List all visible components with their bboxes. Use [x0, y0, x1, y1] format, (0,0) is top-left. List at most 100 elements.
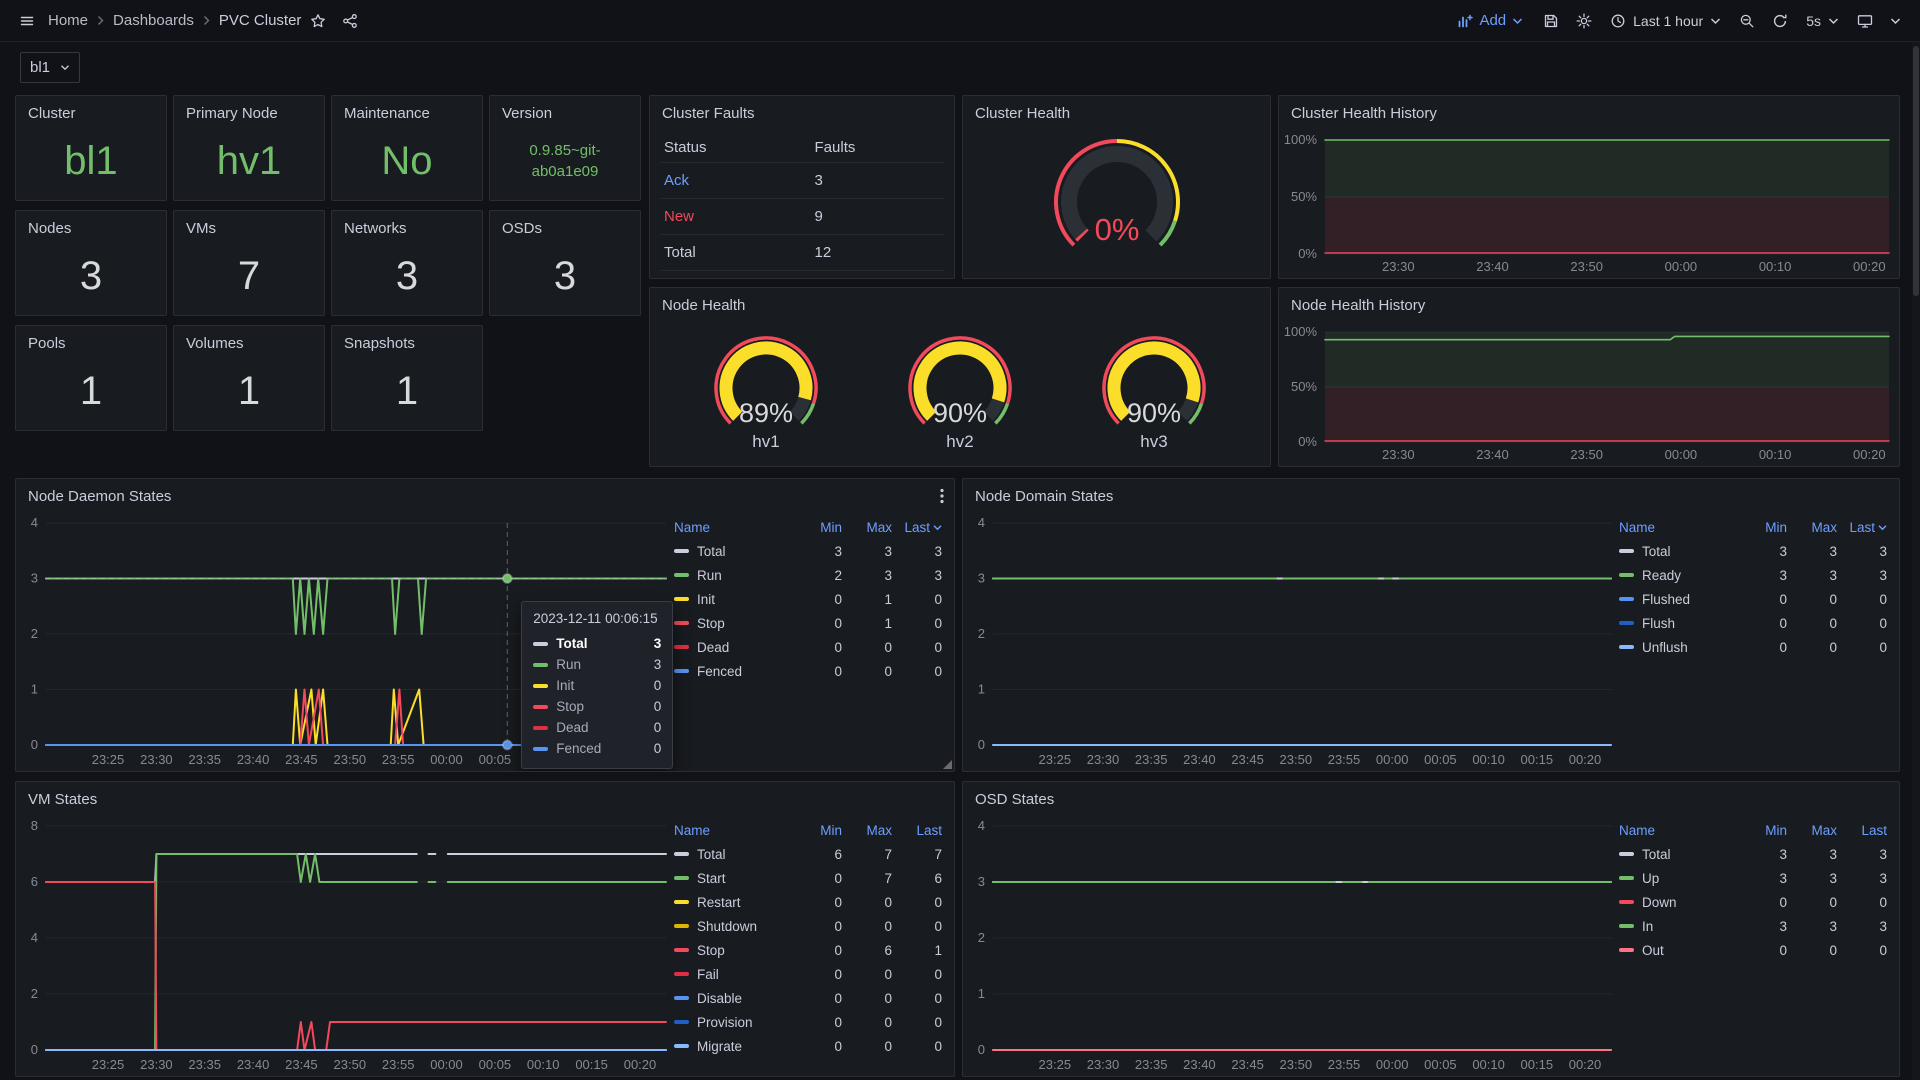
legend-series-label[interactable]: Fenced	[674, 664, 792, 679]
legend-series-label[interactable]: Out	[1619, 943, 1737, 958]
panel-title[interactable]: OSD States	[975, 791, 1054, 808]
legend-series-label[interactable]: Start	[674, 871, 792, 886]
legend-series-label[interactable]: Flush	[1619, 616, 1737, 631]
legend-col-min[interactable]: Min	[1737, 823, 1787, 838]
legend-series-label[interactable]: Unflush	[1619, 640, 1737, 655]
legend-series-label[interactable]: Init	[674, 592, 792, 607]
panel-title[interactable]: Cluster Health	[975, 105, 1070, 122]
save-dashboard-button[interactable]	[1536, 6, 1566, 36]
svg-text:1: 1	[978, 682, 985, 697]
legend-series-label[interactable]: Provision	[674, 1015, 792, 1030]
refresh-button[interactable]	[1765, 6, 1795, 36]
refresh-interval-picker[interactable]: 5s	[1798, 7, 1847, 35]
node-daemon-states-chart[interactable]: 0123423:2523:3023:3523:4023:4523:5023:55…	[16, 513, 674, 771]
legend-col-min[interactable]: Min	[792, 520, 842, 535]
legend-series-label[interactable]: Disable	[674, 991, 792, 1006]
osd-states-chart[interactable]: 0123423:2523:3023:3523:4023:4523:5023:55…	[963, 816, 1619, 1076]
legend-series-label[interactable]: Flushed	[1619, 592, 1737, 607]
legend-col-max[interactable]: Max	[1787, 823, 1837, 838]
legend-col-last[interactable]: Last	[1837, 823, 1887, 838]
share-button[interactable]	[335, 6, 365, 36]
variable-selector[interactable]: bl1	[20, 52, 80, 83]
fault-status[interactable]: Total	[660, 244, 811, 261]
cluster-health-history-plot[interactable]: 0%50%100%23:3023:4023:5000:0000:1000:20	[1279, 130, 1899, 278]
panel-title[interactable]: Snapshots	[344, 335, 415, 352]
panel-title[interactable]: OSDs	[502, 220, 542, 237]
panel-title[interactable]: VMs	[186, 220, 216, 237]
node-domain-states-plot[interactable]: 0123423:2523:3023:3523:4023:4523:5023:55…	[963, 513, 1619, 771]
panel-title[interactable]: Node Health	[662, 297, 745, 314]
legend-series-label[interactable]: In	[1619, 919, 1737, 934]
collapse-button[interactable]	[1883, 10, 1908, 32]
add-button[interactable]: Add	[1447, 6, 1533, 35]
node-health-history-chart[interactable]: 0%50%100%23:3023:4023:5000:0000:1000:20	[1279, 322, 1899, 466]
legend-series-label[interactable]: Total	[1619, 544, 1737, 559]
legend-series-label[interactable]: Run	[674, 568, 792, 583]
breadcrumb-home-link[interactable]: Home	[48, 12, 88, 29]
legend-col-last[interactable]: Last	[1837, 520, 1887, 535]
panel-title[interactable]: Node Daemon States	[28, 488, 171, 505]
legend-series-label[interactable]: Dead	[674, 640, 792, 655]
panel-resize-handle[interactable]	[943, 760, 952, 769]
node-domain-states-chart[interactable]: 0123423:2523:3023:3523:4023:4523:5023:55…	[963, 513, 1619, 771]
osd-states-plot[interactable]: 0123423:2523:3023:3523:4023:4523:5023:55…	[963, 816, 1619, 1076]
panel-title[interactable]: Cluster Health History	[1291, 105, 1437, 122]
vm-states-chart[interactable]: 0246823:2523:3023:3523:4023:4523:5023:55…	[16, 816, 674, 1076]
time-range-picker[interactable]: Last 1 hour	[1602, 7, 1729, 35]
cluster-health-history-chart[interactable]: 0%50%100%23:3023:4023:5000:0000:1000:20	[1279, 130, 1899, 278]
fault-status[interactable]: Ack	[660, 172, 811, 189]
legend-series-label[interactable]: Ready	[1619, 568, 1737, 583]
menu-button[interactable]	[12, 6, 42, 36]
legend-series-label[interactable]: Total	[1619, 847, 1737, 862]
panel-title[interactable]: Pools	[28, 335, 66, 352]
scrollbar-thumb[interactable]	[1913, 46, 1919, 296]
panel-title[interactable]: Cluster	[28, 105, 76, 122]
panel-title[interactable]: Node Health History	[1291, 297, 1425, 314]
breadcrumb-dashboards-link[interactable]: Dashboards	[113, 12, 194, 29]
legend-col-name[interactable]: Name	[674, 823, 792, 838]
node-health-history-plot[interactable]: 0%50%100%23:3023:4023:5000:0000:1000:20	[1279, 322, 1899, 466]
panel-title[interactable]: Nodes	[28, 220, 71, 237]
legend-min: 0	[792, 967, 842, 982]
legend-series-label[interactable]: Total	[674, 544, 792, 559]
dashboard-settings-button[interactable]	[1569, 6, 1599, 36]
legend-series-label[interactable]: Restart	[674, 895, 792, 910]
legend-col-name[interactable]: Name	[1619, 823, 1737, 838]
zoom-out-button[interactable]	[1732, 6, 1762, 36]
legend-series-label[interactable]: Fail	[674, 967, 792, 982]
panel-menu-button[interactable]	[938, 486, 946, 506]
column-header-faults[interactable]: Faults	[811, 139, 860, 156]
legend-col-min[interactable]: Min	[792, 823, 842, 838]
panel-title[interactable]: Primary Node	[186, 105, 278, 122]
cluster-faults-table: StatusFaultsAck3New9Total12	[660, 132, 944, 274]
vm-states-plot[interactable]: 0246823:2523:3023:3523:4023:4523:5023:55…	[16, 816, 674, 1076]
legend-col-min[interactable]: Min	[1737, 520, 1787, 535]
panel-title[interactable]: Maintenance	[344, 105, 430, 122]
tooltip-series-row: Dead0	[533, 717, 661, 738]
panel-title[interactable]: Volumes	[186, 335, 244, 352]
legend-col-name[interactable]: Name	[1619, 520, 1737, 535]
legend-series-label[interactable]: Up	[1619, 871, 1737, 886]
legend-series-label[interactable]: Stop	[674, 943, 792, 958]
fault-status[interactable]: New	[660, 208, 811, 225]
panel-title[interactable]: Cluster Faults	[662, 105, 755, 122]
column-header-status[interactable]: Status	[660, 139, 811, 156]
favorite-button[interactable]	[303, 6, 333, 36]
legend-series-label[interactable]: Migrate	[674, 1039, 792, 1054]
tv-mode-button[interactable]	[1850, 6, 1880, 36]
legend-series-label[interactable]: Down	[1619, 895, 1737, 910]
legend-series-label[interactable]: Stop	[674, 616, 792, 631]
stat-panel-version: Version0.9.85~git-ab0a1e09	[489, 95, 641, 201]
panel-title[interactable]: Node Domain States	[975, 488, 1113, 505]
legend-series-label[interactable]: Shutdown	[674, 919, 792, 934]
legend-col-max[interactable]: Max	[842, 823, 892, 838]
panel-title[interactable]: Version	[502, 105, 552, 122]
legend-col-max[interactable]: Max	[1787, 520, 1837, 535]
legend-col-last[interactable]: Last	[892, 823, 942, 838]
legend-col-max[interactable]: Max	[842, 520, 892, 535]
panel-title[interactable]: VM States	[28, 791, 97, 808]
panel-title[interactable]: Networks	[344, 220, 407, 237]
legend-series-label[interactable]: Total	[674, 847, 792, 862]
legend-col-name[interactable]: Name	[674, 520, 792, 535]
legend-col-last[interactable]: Last	[892, 520, 942, 535]
